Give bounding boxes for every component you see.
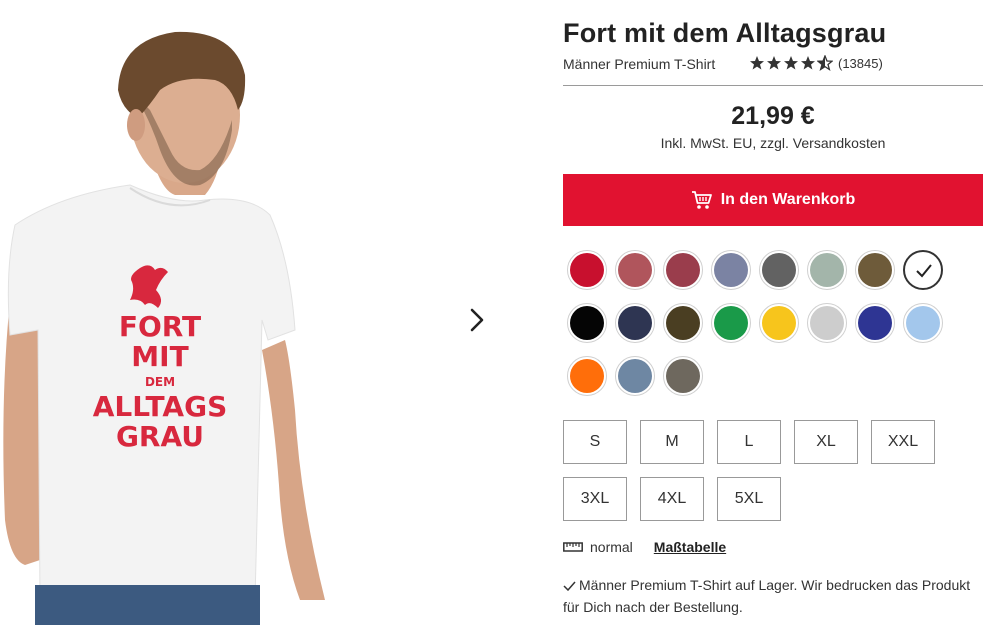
swatch-fill	[666, 306, 700, 340]
check-icon	[563, 581, 576, 592]
review-count: (13845)	[838, 55, 883, 71]
size-option[interactable]: XXL	[871, 420, 935, 464]
color-swatch[interactable]	[807, 250, 847, 290]
size-option[interactable]: S	[563, 420, 627, 464]
print-line: DEM	[144, 375, 176, 389]
color-swatch[interactable]	[855, 250, 895, 290]
fit-info: normal Maßtabelle	[563, 539, 726, 555]
stock-text: Männer Premium T-Shirt auf Lager. Wir be…	[563, 577, 971, 615]
color-swatch[interactable]	[567, 303, 607, 343]
color-swatch[interactable]	[615, 303, 655, 343]
color-swatch[interactable]	[663, 303, 703, 343]
swatch-fill	[618, 253, 652, 287]
size-option[interactable]: M	[640, 420, 704, 464]
color-swatch[interactable]	[615, 250, 655, 290]
swatch-fill	[618, 306, 652, 340]
tax-note: Inkl. MwSt. EU, zzgl. Versandkosten	[660, 135, 886, 151]
color-swatch[interactable]	[759, 250, 799, 290]
size-option[interactable]: 5XL	[717, 477, 781, 521]
product-price: 21,99 €	[731, 102, 815, 130]
product-image-area: FORT MIT DEM ALLTAGS GRAU	[0, 0, 530, 625]
swatch-fill	[858, 253, 892, 287]
star-icon	[801, 56, 815, 70]
size-chart-link[interactable]: Maßtabelle	[654, 539, 726, 555]
star-icon	[767, 56, 781, 70]
color-swatch[interactable]	[567, 356, 607, 396]
print-line: ALLTAGS	[92, 390, 228, 423]
print-line: MIT	[131, 340, 189, 373]
star-icon	[784, 56, 798, 70]
swatch-fill	[618, 359, 652, 393]
swatch-fill	[666, 359, 700, 393]
swatch-fill	[906, 306, 940, 340]
print-line: GRAU	[115, 420, 205, 453]
product-subtitle: Männer Premium T-Shirt	[563, 56, 716, 72]
size-option[interactable]: 3XL	[563, 477, 627, 521]
color-swatch[interactable]	[903, 250, 943, 290]
size-option[interactable]: XL	[794, 420, 858, 464]
size-option[interactable]: L	[717, 420, 781, 464]
color-swatch[interactable]	[855, 303, 895, 343]
swatch-fill	[570, 253, 604, 287]
swatch-fill	[810, 306, 844, 340]
color-swatch[interactable]	[663, 356, 703, 396]
add-to-cart-label: In den Warenkorb	[720, 191, 856, 208]
print-line: FORT	[118, 310, 202, 343]
ruler-icon	[563, 542, 583, 552]
swatch-fill	[666, 253, 700, 287]
swatch-fill	[762, 253, 796, 287]
swatch-fill	[714, 253, 748, 287]
swatch-fill	[570, 306, 604, 340]
swatch-fill	[570, 359, 604, 393]
stock-info: Männer Premium T-Shirt auf Lager. Wir be…	[563, 574, 983, 618]
swatch-fill	[810, 253, 844, 287]
color-swatch[interactable]	[567, 250, 607, 290]
cart-icon	[691, 191, 712, 209]
print-text: FORT MIT DEM ALLTAGS GRAU	[60, 312, 260, 452]
divider	[563, 85, 983, 86]
color-swatch[interactable]	[711, 303, 751, 343]
fit-label: normal	[590, 539, 633, 555]
chevron-right-icon	[470, 308, 484, 332]
star-icon	[750, 56, 764, 70]
product-rating[interactable]: (13845)	[749, 55, 883, 71]
swatch-fill	[762, 306, 796, 340]
color-swatch[interactable]	[759, 303, 799, 343]
swatch-fill	[858, 306, 892, 340]
swatch-fill	[714, 306, 748, 340]
color-swatch[interactable]	[663, 250, 703, 290]
check-icon	[916, 264, 932, 278]
half-star-icon	[817, 55, 833, 71]
next-image-button[interactable]	[462, 300, 492, 340]
color-swatch[interactable]	[807, 303, 847, 343]
color-swatch[interactable]	[615, 356, 655, 396]
size-option[interactable]: 4XL	[640, 477, 704, 521]
color-swatch[interactable]	[903, 303, 943, 343]
color-swatch[interactable]	[711, 250, 751, 290]
product-title: Fort mit dem Alltagsgrau	[563, 18, 887, 48]
add-to-cart-button[interactable]: In den Warenkorb	[563, 174, 983, 226]
